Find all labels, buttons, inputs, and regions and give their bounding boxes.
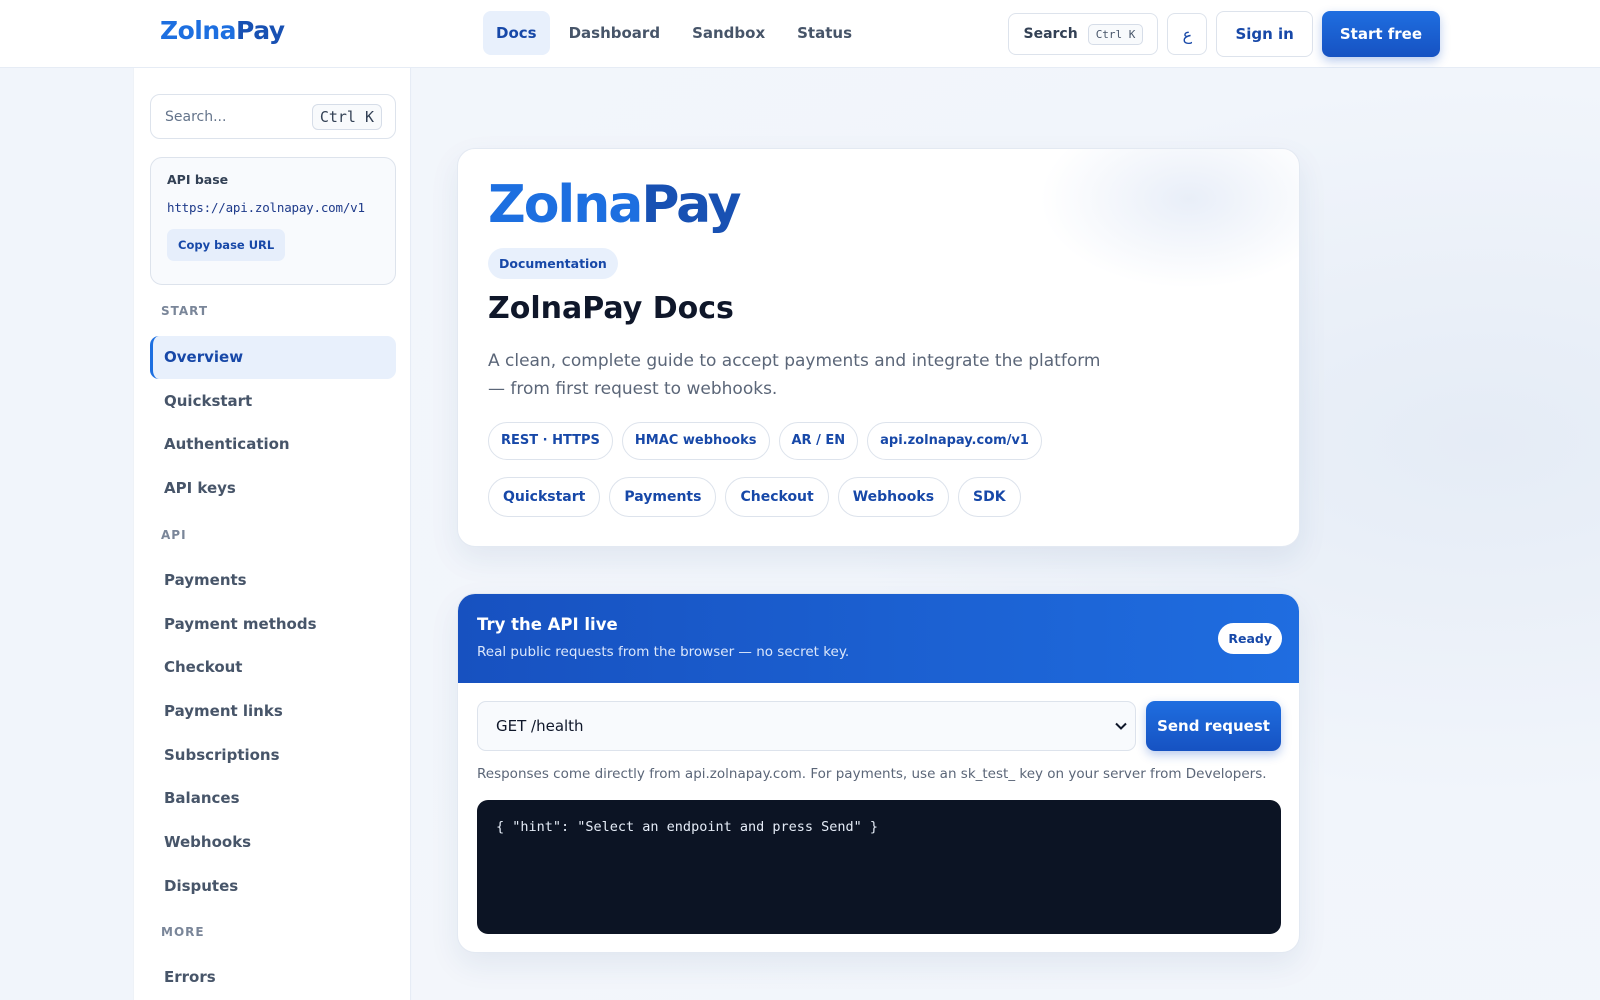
nav-link-sandbox[interactable]: Sandbox bbox=[679, 11, 778, 55]
copy-base-url-button[interactable]: Copy base URL bbox=[167, 229, 286, 261]
sidebar-item-payment-links[interactable]: Payment links bbox=[150, 690, 396, 733]
sidebar-item-api-keys[interactable]: API keys bbox=[150, 467, 396, 510]
api-base-url: https://api.zolnapay.com/v1 bbox=[167, 200, 365, 215]
feature-tags: REST · HTTPS HMAC webhooks AR / EN api.z… bbox=[488, 422, 1042, 460]
brand-logo-part1: Zolna bbox=[160, 16, 237, 45]
try-api-note: Responses come directly from api.zolnapa… bbox=[477, 766, 1267, 782]
hero-logo-part1: Zolna bbox=[488, 175, 643, 235]
quick-link-quickstart[interactable]: Quickstart bbox=[488, 477, 601, 517]
quick-link-sdk[interactable]: SDK bbox=[958, 477, 1021, 517]
sidebar-item-balances[interactable]: Balances bbox=[150, 777, 396, 820]
sidebar-item-overview[interactable]: Overview bbox=[150, 336, 396, 379]
sidebar-item-webhooks[interactable]: Webhooks bbox=[150, 821, 396, 864]
nav-search-button[interactable]: Search Ctrl K bbox=[1008, 13, 1159, 55]
main-nav: Docs Dashboard Sandbox Status bbox=[483, 11, 865, 55]
try-api-header: Try the API live Real public requests fr… bbox=[458, 594, 1299, 683]
nav-link-dashboard[interactable]: Dashboard bbox=[556, 11, 673, 55]
hero-logo: ZolnaPay bbox=[488, 175, 741, 235]
api-base-label: API base bbox=[167, 172, 229, 187]
sidebar-item-payments[interactable]: Payments bbox=[150, 559, 396, 602]
brand-logo[interactable]: ZolnaPay bbox=[160, 16, 285, 45]
quick-link-checkout[interactable]: Checkout bbox=[725, 477, 829, 517]
tag-api-url: api.zolnapay.com/v1 bbox=[867, 422, 1042, 460]
top-navbar: ZolnaPay Docs Dashboard Sandbox Status S… bbox=[0, 0, 1600, 68]
chevron-down-icon bbox=[1115, 720, 1127, 733]
nav-search-label: Search bbox=[1023, 26, 1078, 42]
sidebar-item-checkout[interactable]: Checkout bbox=[150, 646, 396, 689]
page-description: A clean, complete guide to accept paymen… bbox=[488, 351, 1101, 399]
sidebar-item-disputes[interactable]: Disputes bbox=[150, 865, 396, 908]
endpoint-select[interactable]: GET /health bbox=[477, 701, 1136, 751]
nav-link-status[interactable]: Status bbox=[784, 11, 865, 55]
quick-link-webhooks[interactable]: Webhooks bbox=[837, 477, 950, 517]
nav-actions: Search Ctrl K ع Sign in Start free bbox=[1008, 11, 1440, 57]
try-api-subtitle: Real public requests from the browser — … bbox=[477, 644, 850, 660]
sidebar-item-payment-methods[interactable]: Payment methods bbox=[150, 603, 396, 646]
language-toggle-button[interactable]: ع bbox=[1167, 13, 1208, 55]
sidebar-section-more: MORE bbox=[161, 925, 205, 939]
try-api-title: Try the API live bbox=[477, 615, 618, 634]
brand-logo-part2: Pay bbox=[236, 16, 285, 45]
quick-links: Quickstart Payments Checkout Webhooks SD… bbox=[488, 477, 1021, 517]
sidebar-item-subscriptions[interactable]: Subscriptions bbox=[150, 734, 396, 777]
api-base-card: API base https://api.zolnapay.com/v1 Cop… bbox=[150, 157, 396, 285]
nav-link-docs[interactable]: Docs bbox=[483, 11, 550, 55]
start-free-button[interactable]: Start free bbox=[1321, 11, 1440, 57]
page-title: ZolnaPay Docs bbox=[488, 291, 734, 326]
sidebar-search-shortcut: Ctrl K bbox=[311, 103, 382, 130]
sidebar-search-input[interactable]: Search... Ctrl K bbox=[150, 94, 396, 139]
sidebar-search-placeholder: Search... bbox=[165, 108, 227, 125]
sidebar-section-start: START bbox=[161, 304, 209, 318]
status-badge: Ready bbox=[1218, 623, 1282, 654]
quick-link-payments[interactable]: Payments bbox=[609, 477, 717, 517]
tag-hmac-webhooks: HMAC webhooks bbox=[621, 422, 770, 460]
sidebar-section-api: API bbox=[161, 528, 187, 542]
response-output: { "hint": "Select an endpoint and press … bbox=[477, 800, 1281, 934]
docs-sidebar: Search... Ctrl K API base https://api.zo… bbox=[133, 68, 411, 1000]
sign-in-button[interactable]: Sign in bbox=[1216, 11, 1313, 57]
nav-search-shortcut: Ctrl K bbox=[1087, 23, 1144, 45]
tag-languages: AR / EN bbox=[778, 422, 859, 460]
sidebar-item-authentication[interactable]: Authentication bbox=[150, 423, 396, 466]
tag-rest-https: REST · HTTPS bbox=[488, 422, 613, 460]
documentation-badge: Documentation bbox=[488, 248, 618, 279]
send-request-button[interactable]: Send request bbox=[1146, 701, 1281, 751]
hero-logo-part2: Pay bbox=[641, 175, 741, 235]
sidebar-item-quickstart[interactable]: Quickstart bbox=[150, 380, 396, 423]
sidebar-item-errors[interactable]: Errors bbox=[150, 956, 396, 999]
endpoint-select-value: GET /health bbox=[496, 717, 584, 735]
hero-card: ZolnaPay Documentation ZolnaPay Docs A c… bbox=[457, 148, 1300, 547]
try-api-card: Try the API live Real public requests fr… bbox=[457, 593, 1300, 953]
